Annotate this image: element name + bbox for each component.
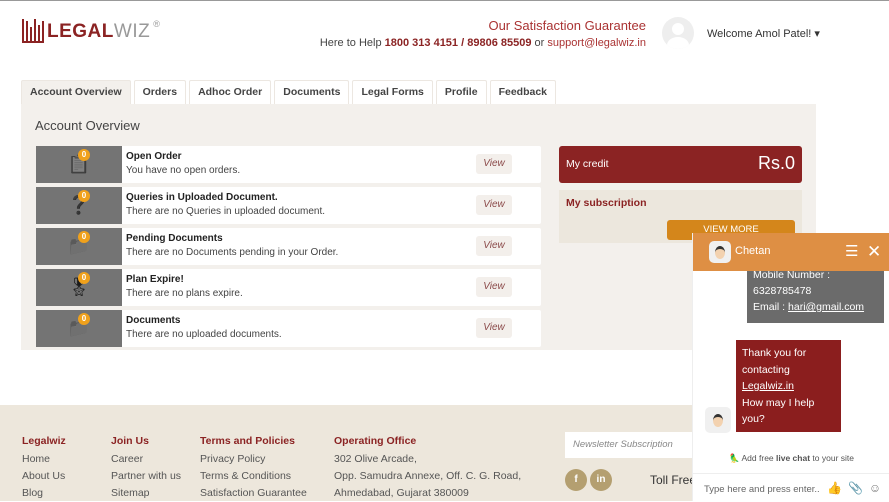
view-button[interactable]: View: [476, 154, 512, 174]
footer-column: Terms and Policies Privacy Policy Terms & …: [200, 433, 307, 502]
thumbs-up-icon[interactable]: 👍: [827, 481, 848, 495]
row-title: Documents: [126, 315, 181, 326]
footer-link[interactable]: Terms & Conditions: [200, 468, 307, 485]
agent-avatar: [705, 407, 731, 433]
user-avatar[interactable]: [662, 17, 694, 49]
agent-avatar: [709, 241, 731, 263]
chat-header[interactable]: Chetan ☰ ✕: [693, 233, 889, 271]
footer-link[interactable]: Career: [111, 451, 181, 468]
footer-link[interactable]: Satisfaction Guarantee: [200, 485, 307, 502]
help-line: Here to Help 1800 313 4151 / 89806 85509…: [319, 37, 646, 49]
footer-link: 302 Olive Arcade,: [334, 453, 417, 465]
tab-feedback[interactable]: Feedback: [489, 80, 557, 104]
footer-link[interactable]: Home: [22, 451, 66, 468]
close-icon[interactable]: ✕: [867, 242, 881, 262]
credit-label: My credit: [566, 158, 609, 170]
newsletter-input[interactable]: Newsletter Subscription: [565, 432, 705, 458]
count-badge: 0: [78, 190, 90, 202]
credit-value: Rs.0: [757, 153, 795, 173]
logo-mark: [22, 19, 44, 43]
chat-message-input[interactable]: Type here and press enter..: [704, 484, 820, 495]
row-description: There are no uploaded documents.: [126, 329, 282, 340]
overview-row: 📁 0 Documents There are no uploaded docu…: [36, 310, 541, 347]
footer-link: Ahmedabad, Gujarat 380009: [334, 487, 469, 499]
footer-link[interactable]: Blog: [22, 485, 66, 502]
count-badge: 0: [78, 149, 90, 161]
row-title: Open Order: [126, 151, 182, 162]
footer-link[interactable]: Partner with us: [111, 468, 181, 485]
count-badge: 0: [78, 231, 90, 243]
footer-link[interactable]: Privacy Policy: [200, 451, 307, 468]
overview-row: 🎖 0 Plan Expire! There are no plans expi…: [36, 269, 541, 306]
toll-free-label: Toll Free: [650, 473, 697, 487]
overview-row: 📁 0 Pending Documents There are no Docum…: [36, 228, 541, 265]
view-button[interactable]: View: [476, 318, 512, 338]
my-credit-card: My credit Rs.0: [559, 146, 802, 183]
row-description: You have no open orders.: [126, 165, 241, 176]
registered-mark: ®: [153, 19, 160, 29]
row-description: There are no Queries in uploaded documen…: [126, 206, 326, 217]
footer-column: Operating Office 302 Olive Arcade, Opp. Sa…: [334, 433, 521, 502]
tab-legal-forms[interactable]: Legal Forms: [352, 80, 433, 104]
powered-by-link[interactable]: 🦜 Add free live chat to your site: [693, 453, 889, 464]
chat-email-link[interactable]: hari@gmail.com: [788, 301, 864, 313]
footer-heading: Legalwiz: [22, 435, 66, 447]
tab-account-overview[interactable]: Account Overview: [21, 80, 131, 104]
subscription-label: My subscription: [566, 197, 647, 209]
count-badge: 0: [78, 313, 90, 325]
tab-bar: Account Overview Orders Adhoc Order Docu…: [21, 80, 557, 104]
paperclip-icon[interactable]: 📎: [848, 481, 869, 495]
logo[interactable]: LEGALWIZ ®: [22, 19, 160, 43]
facebook-icon[interactable]: f: [565, 469, 587, 491]
tab-profile[interactable]: Profile: [435, 80, 487, 104]
phone-1[interactable]: 1800 313 4151: [385, 37, 458, 49]
tab-documents[interactable]: Documents: [274, 80, 350, 104]
agent-name: Chetan: [735, 245, 771, 257]
row-title: Pending Documents: [126, 233, 223, 244]
footer-column: Join Us Career Partner with us Sitemap: [111, 433, 181, 502]
count-badge: 0: [78, 272, 90, 284]
overview-row: ❓ 0 Queries in Uploaded Document. There …: [36, 187, 541, 224]
view-button[interactable]: View: [476, 236, 512, 256]
tab-adhoc-order[interactable]: Adhoc Order: [189, 80, 272, 104]
emoji-icon[interactable]: ☺: [869, 481, 887, 495]
footer-link: Opp. Samudra Annexe, Off. C. G. Road,: [334, 470, 522, 482]
footer-heading: Terms and Policies: [200, 435, 295, 447]
row-title: Queries in Uploaded Document.: [126, 192, 278, 203]
hamburger-menu-icon[interactable]: ☰: [845, 244, 858, 259]
overview-row: 📋 0 Open Order You have no open orders. …: [36, 146, 541, 183]
user-menu-dropdown[interactable]: Welcome Amol Patel! ▾: [707, 27, 820, 40]
phone-2[interactable]: 89806 85509: [467, 37, 531, 49]
row-description: There are no plans expire.: [126, 288, 243, 299]
support-email-link[interactable]: support@legalwiz.in: [547, 37, 646, 49]
satisfaction-guarantee-link[interactable]: Our Satisfaction Guarantee: [488, 18, 646, 33]
view-button[interactable]: View: [476, 195, 512, 215]
chat-message-agent: Thank you for contacting Legalwiz.in How ma…: [736, 340, 841, 432]
tab-orders[interactable]: Orders: [133, 80, 187, 104]
row-title: Plan Expire!: [126, 274, 184, 285]
panel-title: Account Overview: [35, 118, 140, 133]
view-button[interactable]: View: [476, 277, 512, 297]
footer-heading: Operating Office: [334, 435, 417, 447]
legalwiz-link[interactable]: Legalwiz.in: [742, 380, 794, 392]
footer-heading: Join Us: [111, 435, 149, 447]
footer-column: Legalwiz Home About Us Blog: [22, 433, 66, 502]
logo-text: LEGAL: [47, 21, 114, 42]
row-description: There are no Documents pending in your O…: [126, 247, 339, 258]
parrot-icon: 🦜: [729, 453, 740, 463]
linkedin-icon[interactable]: in: [590, 469, 612, 491]
logo-text-2: WIZ: [113, 21, 151, 42]
footer-link[interactable]: About Us: [22, 468, 66, 485]
footer-link[interactable]: Sitemap: [111, 485, 181, 502]
chat-widget: Mobile Number :6328785478 Email : hari@g…: [692, 233, 889, 501]
